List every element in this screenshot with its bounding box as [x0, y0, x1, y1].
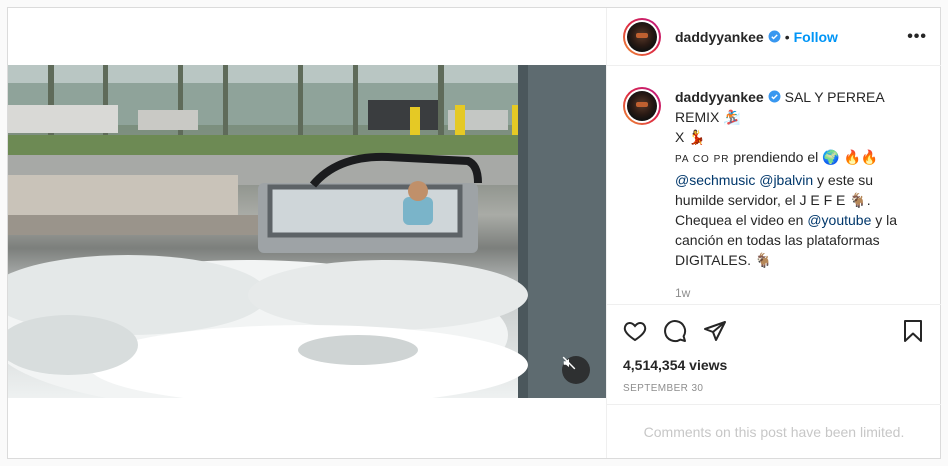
caption-avatar-ring[interactable] [623, 87, 661, 125]
post-header: daddyyankee • Follow ••• [607, 8, 941, 66]
speaker-muted-icon [562, 356, 576, 370]
caption-username[interactable]: daddyyankee [675, 89, 764, 105]
mention-jbalvin[interactable]: @jbalvin [759, 172, 813, 188]
person-emoji-icon: 💃 [688, 129, 706, 145]
action-icons [623, 319, 925, 343]
post-actions: 4,514,354 views SEPTEMBER 30 [607, 304, 941, 404]
caption-tag: PA CO PR [675, 154, 730, 165]
comment-button[interactable] [663, 319, 687, 343]
save-button[interactable] [901, 319, 925, 346]
mute-button[interactable] [562, 356, 590, 384]
caption: daddyyankee SAL Y PERREA REMIX 🏂 X 💃 PA … [623, 87, 925, 270]
more-options-button[interactable]: ••• [907, 28, 927, 46]
caption-timestamp[interactable]: 1w [675, 286, 925, 300]
mention-youtube[interactable]: @youtube [807, 212, 871, 228]
goat-emoji-icon: 🐐 [849, 192, 867, 208]
paper-plane-icon [704, 321, 726, 341]
caption-x: X [675, 129, 685, 145]
comment-icon [664, 320, 687, 343]
share-button[interactable] [703, 319, 727, 343]
post-date[interactable]: SEPTEMBER 30 [623, 383, 925, 394]
verified-badge-icon [768, 90, 781, 103]
view-count[interactable]: 4,514,354 views [623, 357, 925, 373]
fire-emoji-icon: 🔥🔥 [843, 149, 879, 165]
caption-text-1: prendiendo el [733, 149, 819, 165]
video-frame [8, 65, 606, 398]
like-button[interactable] [623, 319, 647, 343]
caption-text: daddyyankee SAL Y PERREA REMIX 🏂 X 💃 PA … [675, 87, 923, 270]
avatar [627, 21, 657, 52]
author-username[interactable]: daddyyankee [675, 29, 764, 45]
bookmark-icon [904, 320, 922, 342]
snowboard-emoji-icon: 🏂 [723, 109, 741, 125]
media-area [8, 8, 606, 458]
follow-button[interactable]: Follow [794, 29, 838, 45]
post-side-panel: daddyyankee • Follow ••• daddyyankee SAL… [606, 8, 941, 458]
post-video[interactable] [8, 65, 606, 398]
mention-sechmusic[interactable]: @sechmusic [675, 172, 755, 188]
comments-limited-notice: Comments on this post have been limited. [607, 404, 941, 458]
comments-section: daddyyankee SAL Y PERREA REMIX 🏂 X 💃 PA … [607, 67, 941, 304]
globe-emoji-icon: 🌍 [822, 149, 840, 165]
separator-dot: • [784, 28, 790, 45]
goat-emoji-icon: 🐐 [754, 252, 773, 268]
instagram-post: daddyyankee • Follow ••• daddyyankee SAL… [7, 7, 941, 459]
verified-badge-icon [768, 30, 781, 43]
avatar-story-ring[interactable] [623, 17, 661, 56]
heart-icon [623, 321, 647, 342]
avatar [627, 91, 657, 121]
